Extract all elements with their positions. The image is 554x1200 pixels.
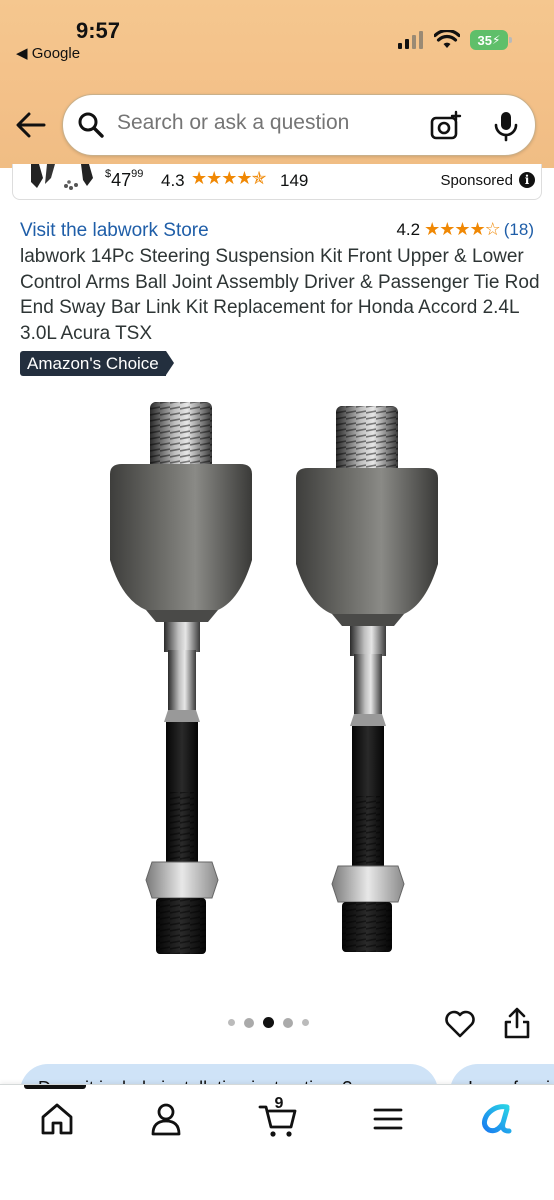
app-header: 9:57 ◀ Google 35 ⚡ (0, 0, 554, 168)
visit-store-link[interactable]: Visit the labwork Store (20, 220, 209, 242)
carousel-dot[interactable] (283, 1017, 293, 1028)
price-currency: $ (105, 168, 112, 180)
sponsored-label: Sponsored (440, 172, 513, 189)
info-icon[interactable]: i (519, 172, 535, 188)
account-icon[interactable] (146, 1099, 186, 1139)
cart-button[interactable]: 9 (258, 1095, 298, 1139)
cellular-signal-icon (398, 31, 423, 49)
sponsored-price: $4799 (105, 168, 144, 191)
image-carousel-dots[interactable] (228, 1017, 309, 1028)
heart-icon[interactable] (444, 1008, 476, 1040)
back-to-app-link[interactable]: ◀ Google (16, 44, 80, 62)
tie-rod-left (110, 402, 252, 954)
sponsored-product-thumbnail[interactable] (21, 164, 101, 194)
rating-stars: ★★★★☆ (424, 219, 501, 239)
tie-rod-right (296, 406, 438, 952)
carousel-dot-active[interactable] (263, 1017, 274, 1028)
battery-indicator: 35 ⚡ (470, 30, 512, 50)
camera-search-icon[interactable] (429, 109, 463, 143)
status-indicators: 35 ⚡ (398, 30, 512, 50)
review-count-link[interactable]: (18) (504, 220, 534, 240)
wifi-icon (434, 30, 460, 48)
active-tab-indicator (24, 1085, 86, 1089)
status-time: 9:57 (76, 18, 121, 43)
rufus-assistant-icon[interactable] (477, 1099, 517, 1139)
back-arrow-icon[interactable] (14, 108, 48, 142)
amazons-choice-badge: Amazon's Choice (20, 351, 174, 376)
search-bar[interactable] (62, 94, 536, 156)
cart-count: 9 (274, 1095, 284, 1112)
rating-value: 4.2 (396, 219, 421, 239)
charging-bolt-icon: ⚡ (492, 33, 501, 47)
search-input[interactable] (117, 111, 417, 135)
product-image[interactable] (90, 392, 470, 972)
sponsored-product-strip[interactable]: $4799 4.3 ★★★★✯ 149 Sponsored i (12, 164, 542, 200)
bottom-navigation: 9 (0, 1084, 554, 1200)
sponsored-rating: 4.3 (161, 171, 185, 190)
microphone-icon[interactable] (491, 110, 521, 142)
battery-level: 35 (477, 32, 493, 48)
carousel-dot[interactable] (244, 1017, 254, 1028)
price-whole: 47 (111, 170, 132, 190)
carousel-dot[interactable] (302, 1019, 309, 1026)
carousel-dot[interactable] (228, 1019, 235, 1026)
search-icon (78, 112, 104, 138)
sponsored-stars: ★★★★✯ (191, 168, 267, 188)
sponsored-review-count: 149 (280, 171, 309, 190)
price-fraction: 99 (131, 168, 144, 180)
product-title: labwork 14Pc Steering Suspension Kit Fro… (20, 246, 540, 344)
share-icon[interactable] (503, 1006, 531, 1040)
menu-icon[interactable] (368, 1099, 408, 1139)
product-rating[interactable]: 4.2 ★★★★☆ (18) (396, 219, 534, 240)
home-icon[interactable] (37, 1099, 77, 1139)
